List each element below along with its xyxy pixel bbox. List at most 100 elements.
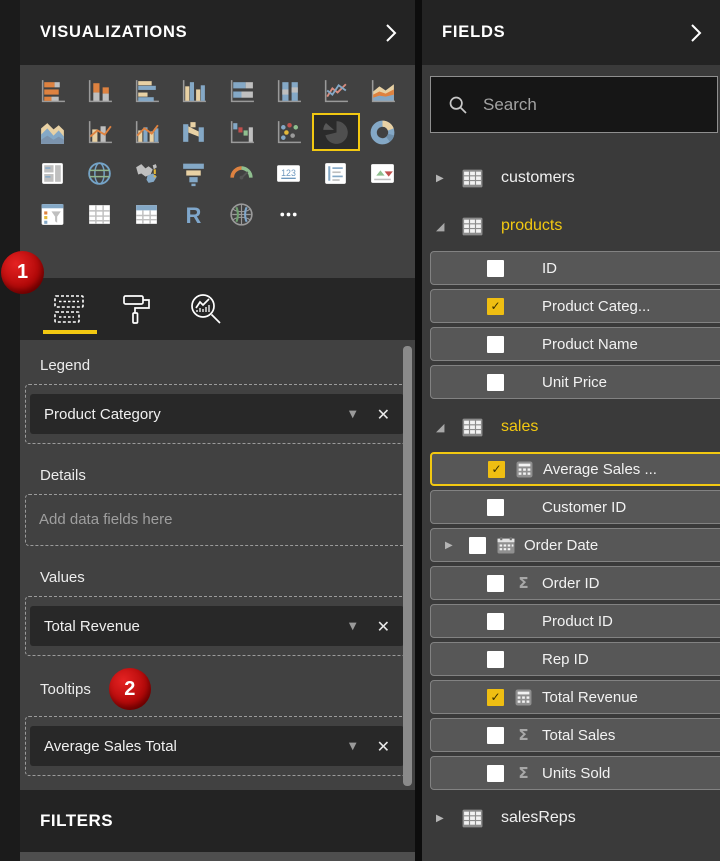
remove-field-icon[interactable]: ✕ xyxy=(377,405,390,424)
well-label: Legend xyxy=(40,357,90,374)
scatter-chart-icon[interactable] xyxy=(266,115,310,149)
well-dropzone[interactable]: Product Category▼✕ xyxy=(25,384,409,444)
expand-arrow-icon[interactable]: ▶ xyxy=(436,173,450,184)
field-wells: LegendProduct Category▼✕DetailsAdd data … xyxy=(20,340,415,776)
more-options-icon[interactable] xyxy=(266,197,310,231)
field-row[interactable]: ΣUnits Sold xyxy=(430,756,720,790)
funnel-icon[interactable] xyxy=(172,156,216,190)
field-checkbox[interactable] xyxy=(487,613,504,630)
dropdown-arrow-icon[interactable]: ▼ xyxy=(349,741,357,752)
line-and-clustered-column-chart-icon[interactable] xyxy=(125,115,169,149)
r-script-visual-icon[interactable]: R xyxy=(172,197,216,231)
field-row[interactable]: Rep ID xyxy=(430,642,720,676)
table-icon xyxy=(462,169,483,188)
field-row[interactable]: ✓Average Sales ... xyxy=(430,452,720,486)
expand-arrow-icon[interactable]: ▶ xyxy=(436,813,450,824)
collapse-arrow-icon[interactable]: ◢ xyxy=(436,220,450,233)
field-checkbox[interactable]: ✓ xyxy=(488,461,505,478)
fields-search[interactable] xyxy=(430,76,718,133)
field-row[interactable]: ✓Product Categ... xyxy=(430,289,720,323)
collapse-pane-chevron-icon[interactable] xyxy=(385,23,397,43)
arcgis-map-icon[interactable] xyxy=(219,197,263,231)
visualizations-header: VISUALIZATIONS xyxy=(20,0,415,65)
field-checkbox[interactable] xyxy=(469,537,486,554)
field-row[interactable]: ΣTotal Sales xyxy=(430,718,720,752)
gauge-icon[interactable] xyxy=(219,156,263,190)
dropdown-arrow-icon[interactable]: ▼ xyxy=(349,409,357,420)
field-row[interactable]: ID xyxy=(430,251,720,285)
svg-text:123: 123 xyxy=(281,168,296,178)
field-row[interactable]: Product ID xyxy=(430,604,720,638)
sigma-icon: Σ xyxy=(514,764,533,782)
table-row-sales[interactable]: ◢sales xyxy=(422,407,720,447)
search-icon xyxy=(448,95,468,115)
visualizations-pane: VISUALIZATIONS 123R LegendProduct Catego… xyxy=(20,0,415,861)
field-checkbox[interactable] xyxy=(487,651,504,668)
field-checkbox[interactable]: ✓ xyxy=(487,298,504,315)
field-row[interactable]: ▶Order Date xyxy=(430,528,720,562)
stacked-area-chart-icon[interactable] xyxy=(30,115,74,149)
field-row[interactable]: Product Name xyxy=(430,327,720,361)
field-pill[interactable]: Product Category▼✕ xyxy=(30,394,404,434)
field-checkbox[interactable] xyxy=(487,499,504,516)
well-dropzone[interactable]: Average Sales Total▼✕ xyxy=(25,716,409,776)
pie-chart-icon[interactable] xyxy=(314,115,358,149)
remove-field-icon[interactable]: ✕ xyxy=(377,737,390,756)
search-input[interactable] xyxy=(481,94,707,116)
field-row[interactable]: Customer ID xyxy=(430,490,720,524)
clustered-column-chart-icon[interactable] xyxy=(172,74,216,108)
stacked-column-chart-icon[interactable] xyxy=(77,74,121,108)
line-and-stacked-column-chart-icon[interactable] xyxy=(77,115,121,149)
card-icon[interactable]: 123 xyxy=(266,156,310,190)
field-checkbox[interactable] xyxy=(487,765,504,782)
clustered-bar-chart-icon[interactable] xyxy=(125,74,169,108)
donut-chart-icon[interactable] xyxy=(361,115,405,149)
table-row-customers[interactable]: ▶customers xyxy=(422,158,720,198)
line-chart-icon[interactable] xyxy=(314,74,358,108)
field-row[interactable]: ✓Total Revenue xyxy=(430,680,720,714)
field-row[interactable]: Unit Price xyxy=(430,365,720,399)
well-dropzone[interactable]: Total Revenue▼✕ xyxy=(25,596,409,656)
table-row-salesReps[interactable]: ▶salesReps xyxy=(422,798,720,838)
tab-format[interactable] xyxy=(118,278,158,340)
viz-icon-grid: 123 R xyxy=(30,74,408,231)
field-checkbox[interactable]: ✓ xyxy=(487,689,504,706)
filled-map-icon[interactable] xyxy=(125,156,169,190)
field-pill[interactable]: Total Revenue▼✕ xyxy=(30,606,404,646)
slicer-icon[interactable] xyxy=(30,197,74,231)
collapse-arrow-icon[interactable]: ◢ xyxy=(436,421,450,434)
dropdown-arrow-icon[interactable]: ▼ xyxy=(349,621,357,632)
field-row[interactable]: ΣOrder ID xyxy=(430,566,720,600)
ribbon-chart-icon[interactable] xyxy=(172,115,216,149)
collapse-fields-chevron-icon[interactable] xyxy=(690,23,702,43)
field-checkbox[interactable] xyxy=(487,727,504,744)
field-checkbox[interactable] xyxy=(487,336,504,353)
field-label: Order ID xyxy=(542,575,600,592)
waterfall-chart-icon[interactable] xyxy=(219,115,263,149)
hundred-percent-stacked-column-chart-icon[interactable] xyxy=(266,74,310,108)
multi-row-card-icon[interactable] xyxy=(314,156,358,190)
remove-field-icon[interactable]: ✕ xyxy=(377,617,390,636)
field-checkbox[interactable] xyxy=(487,374,504,391)
well-dropzone[interactable]: Add data fields here xyxy=(25,494,409,546)
table-name: products xyxy=(501,217,562,235)
kpi-icon[interactable] xyxy=(361,156,405,190)
scrollbar-thumb[interactable] xyxy=(403,346,412,786)
map-icon[interactable] xyxy=(77,156,121,190)
matrix-icon[interactable] xyxy=(125,197,169,231)
expand-arrow-icon[interactable]: ▶ xyxy=(445,540,457,551)
hundred-percent-stacked-bar-chart-icon[interactable] xyxy=(219,74,263,108)
table-icon[interactable] xyxy=(77,197,121,231)
table-icon xyxy=(462,217,483,236)
fields-pane: FIELDS ▶customers◢productsID✓Product Cat… xyxy=(422,0,720,861)
field-pill[interactable]: Average Sales Total▼✕ xyxy=(30,726,404,766)
field-checkbox[interactable] xyxy=(487,260,504,277)
pane-tabs xyxy=(20,278,415,340)
area-chart-icon[interactable] xyxy=(361,74,405,108)
tab-fields[interactable] xyxy=(50,278,90,340)
tab-analytics[interactable] xyxy=(186,278,226,340)
stacked-bar-chart-icon[interactable] xyxy=(30,74,74,108)
table-row-products[interactable]: ◢ products xyxy=(422,206,720,246)
field-checkbox[interactable] xyxy=(487,575,504,592)
treemap-icon[interactable] xyxy=(30,156,74,190)
